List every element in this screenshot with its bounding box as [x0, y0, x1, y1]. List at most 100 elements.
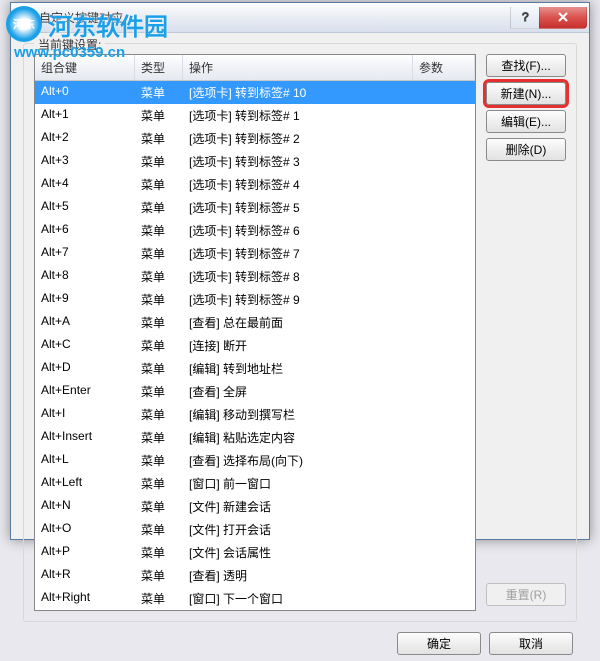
key-table[interactable]: 组合键 类型 操作 参数 Alt+0菜单[选项卡] 转到标签# 10Alt+1菜…: [34, 54, 476, 611]
cancel-button[interactable]: 取消: [489, 632, 573, 655]
table-row[interactable]: Alt+5菜单[选项卡] 转到标签# 5: [35, 196, 475, 219]
table-row[interactable]: Alt+D菜单[编辑] 转到地址栏: [35, 357, 475, 380]
cell-key: Alt+4: [35, 175, 135, 194]
table-row[interactable]: Alt+6菜单[选项卡] 转到标签# 6: [35, 219, 475, 242]
cell-type: 菜单: [135, 83, 183, 102]
cell-op: [选项卡] 转到标签# 2: [183, 129, 413, 148]
table-row[interactable]: Alt+A菜单[查看] 总在最前面: [35, 311, 475, 334]
cell-type: 菜单: [135, 267, 183, 286]
table-row[interactable]: Alt+Insert菜单[编辑] 粘贴选定内容: [35, 426, 475, 449]
cell-op: [选项卡] 转到标签# 8: [183, 267, 413, 286]
cell-param: [413, 83, 475, 102]
cell-key: Alt+O: [35, 520, 135, 539]
cell-key: Alt+Enter: [35, 382, 135, 401]
cell-op: [连接] 断开: [183, 336, 413, 355]
cell-param: [413, 175, 475, 194]
cell-type: 菜单: [135, 405, 183, 424]
table-row[interactable]: Alt+Left菜单[窗口] 前一窗口: [35, 472, 475, 495]
cell-op: [窗口] 下一个窗口: [183, 589, 413, 608]
dialog-window: 自定义按键对应 ? 当前键设置: 组合键 类型 操作 参数 Alt+0菜单[选项…: [10, 2, 590, 540]
cell-type: 菜单: [135, 474, 183, 493]
group-label: 当前键设置:: [34, 36, 105, 53]
delete-button[interactable]: 删除(D): [486, 138, 566, 161]
find-button[interactable]: 查找(F)...: [486, 54, 566, 77]
cell-type: 菜单: [135, 382, 183, 401]
app-icon: [17, 10, 33, 26]
cell-type: 菜单: [135, 198, 183, 217]
cell-key: Alt+I: [35, 405, 135, 424]
cell-op: [查看] 全屏: [183, 382, 413, 401]
cell-type: 菜单: [135, 336, 183, 355]
table-row[interactable]: Alt+4菜单[选项卡] 转到标签# 4: [35, 173, 475, 196]
cell-param: [413, 152, 475, 171]
table-row[interactable]: Alt+0菜单[选项卡] 转到标签# 10: [35, 81, 475, 104]
cell-param: [413, 106, 475, 125]
cell-type: 菜单: [135, 543, 183, 562]
table-row[interactable]: Alt+9菜单[选项卡] 转到标签# 9: [35, 288, 475, 311]
cell-param: [413, 405, 475, 424]
cell-op: [文件] 打开会话: [183, 520, 413, 539]
cell-type: 菜单: [135, 359, 183, 378]
cell-param: [413, 129, 475, 148]
cell-op: [编辑] 移动到撰写栏: [183, 405, 413, 424]
table-row[interactable]: Alt+2菜单[选项卡] 转到标签# 2: [35, 127, 475, 150]
table-row[interactable]: Alt+7菜单[选项卡] 转到标签# 7: [35, 242, 475, 265]
cell-type: 菜单: [135, 244, 183, 263]
cell-type: 菜单: [135, 566, 183, 585]
cell-op: [选项卡] 转到标签# 4: [183, 175, 413, 194]
cell-type: 菜单: [135, 221, 183, 240]
col-key[interactable]: 组合键: [35, 55, 135, 80]
table-body[interactable]: Alt+0菜单[选项卡] 转到标签# 10Alt+1菜单[选项卡] 转到标签# …: [35, 81, 475, 610]
col-type[interactable]: 类型: [135, 55, 183, 80]
table-row[interactable]: Alt+L菜单[查看] 选择布局(向下): [35, 449, 475, 472]
cell-param: [413, 336, 475, 355]
cell-key: Alt+Left: [35, 474, 135, 493]
cell-op: [查看] 透明: [183, 566, 413, 585]
cell-op: [选项卡] 转到标签# 3: [183, 152, 413, 171]
cell-type: 菜单: [135, 106, 183, 125]
edit-button[interactable]: 编辑(E)...: [486, 110, 566, 133]
cell-param: [413, 221, 475, 240]
cell-type: 菜单: [135, 129, 183, 148]
cell-param: [413, 520, 475, 539]
table-row[interactable]: Alt+Enter菜单[查看] 全屏: [35, 380, 475, 403]
cell-key: Alt+Right: [35, 589, 135, 608]
table-row[interactable]: Alt+1菜单[选项卡] 转到标签# 1: [35, 104, 475, 127]
cell-param: [413, 267, 475, 286]
cell-param: [413, 543, 475, 562]
cell-key: Alt+L: [35, 451, 135, 470]
table-row[interactable]: Alt+P菜单[文件] 会话属性: [35, 541, 475, 564]
cell-key: Alt+D: [35, 359, 135, 378]
close-button[interactable]: [539, 7, 587, 29]
ok-button[interactable]: 确定: [397, 632, 481, 655]
table-row[interactable]: Alt+R菜单[查看] 透明: [35, 564, 475, 587]
cell-op: [窗口] 前一窗口: [183, 474, 413, 493]
cell-type: 菜单: [135, 175, 183, 194]
titlebar[interactable]: 自定义按键对应 ?: [11, 3, 589, 33]
table-row[interactable]: Alt+N菜单[文件] 新建会话: [35, 495, 475, 518]
key-settings-group: 当前键设置: 组合键 类型 操作 参数 Alt+0菜单[选项卡] 转到标签# 1…: [23, 43, 577, 622]
table-row[interactable]: Alt+Right菜单[窗口] 下一个窗口: [35, 587, 475, 610]
dialog-title: 自定义按键对应: [39, 9, 511, 26]
cell-param: [413, 290, 475, 309]
table-header: 组合键 类型 操作 参数: [35, 55, 475, 81]
cell-type: 菜单: [135, 290, 183, 309]
cell-key: Alt+8: [35, 267, 135, 286]
table-row[interactable]: Alt+O菜单[文件] 打开会话: [35, 518, 475, 541]
cell-key: Alt+R: [35, 566, 135, 585]
cell-key: Alt+3: [35, 152, 135, 171]
table-row[interactable]: Alt+3菜单[选项卡] 转到标签# 3: [35, 150, 475, 173]
table-row[interactable]: Alt+8菜单[选项卡] 转到标签# 8: [35, 265, 475, 288]
help-button[interactable]: ?: [510, 7, 540, 29]
cell-key: Alt+1: [35, 106, 135, 125]
col-param[interactable]: 参数: [413, 55, 475, 80]
cell-param: [413, 497, 475, 516]
cell-op: [文件] 会话属性: [183, 543, 413, 562]
cell-op: [文件] 新建会话: [183, 497, 413, 516]
table-row[interactable]: Alt+C菜单[连接] 断开: [35, 334, 475, 357]
table-row[interactable]: Alt+I菜单[编辑] 移动到撰写栏: [35, 403, 475, 426]
cell-op: [选项卡] 转到标签# 6: [183, 221, 413, 240]
new-button[interactable]: 新建(N)...: [486, 82, 566, 105]
cell-op: [查看] 选择布局(向下): [183, 451, 413, 470]
col-op[interactable]: 操作: [183, 55, 413, 80]
